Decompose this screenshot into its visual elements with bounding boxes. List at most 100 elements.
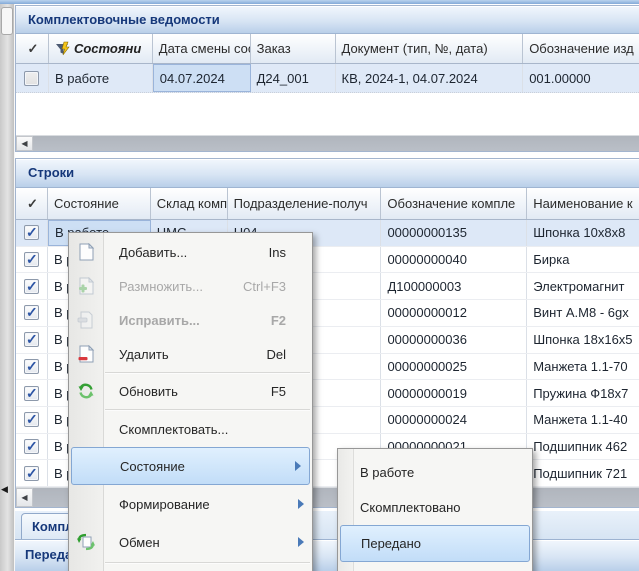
submenu-arrow-icon: [298, 537, 304, 547]
empty-grid-area: [16, 93, 639, 135]
checkbox-checked[interactable]: [24, 386, 39, 401]
submenu-arrow-icon: [295, 461, 301, 471]
checkbox-checked[interactable]: [24, 439, 39, 454]
cell-name[interactable]: Манжета 1.1-40: [527, 407, 639, 433]
horizontal-scrollbar[interactable]: [16, 135, 639, 151]
submenu-item-assembled[interactable]: Скомплектовано: [338, 490, 532, 525]
menu-separator: [105, 562, 310, 563]
row-checkbox-cell[interactable]: [16, 460, 48, 486]
menu-item-formation[interactable]: Формирование: [69, 485, 312, 523]
cell-name[interactable]: Винт А.М8 - 6gх: [527, 300, 639, 326]
column-header-date[interactable]: Дата смены сос: [153, 34, 251, 63]
cell-code[interactable]: 00000000040: [381, 247, 527, 273]
cell-name[interactable]: Шпонка 18х16х5: [527, 327, 639, 353]
row-checkbox-cell[interactable]: [16, 434, 48, 460]
cell-name[interactable]: Бирка: [527, 247, 639, 273]
cell-name[interactable]: Подшипник 462: [527, 434, 639, 460]
cell-date-current[interactable]: 04.07.2024: [153, 64, 251, 92]
add-document-icon: [77, 243, 95, 261]
context-menu: Добавить... Ins Размножить... Ctrl+F3 Ис…: [68, 232, 313, 571]
checkbox-checked[interactable]: [24, 359, 39, 374]
menu-item-assemble[interactable]: Скомплектовать...: [69, 411, 312, 447]
cell-code[interactable]: 00000000135: [381, 220, 527, 246]
top-panel-edge: [0, 0, 639, 4]
checkbox-checked[interactable]: [24, 412, 39, 427]
submenu-item-partial[interactable]: [338, 562, 532, 571]
checkbox-checked[interactable]: [24, 252, 39, 267]
checkbox-checked[interactable]: [24, 305, 39, 320]
splitter-collapse-icon[interactable]: [1, 482, 13, 496]
cell-name[interactable]: Манжета 1.1-70: [527, 354, 639, 380]
column-header-state[interactable]: Состояни: [49, 34, 153, 63]
row-checkbox-cell[interactable]: [16, 380, 48, 406]
checkbox-checked[interactable]: [24, 279, 39, 294]
column-header-code[interactable]: Обозначение компле: [381, 188, 527, 219]
select-all-column-header[interactable]: [16, 188, 48, 219]
checkbox-checked[interactable]: [24, 332, 39, 347]
row-checkbox-cell[interactable]: [16, 407, 48, 433]
menu-item-refresh[interactable]: Обновить F5: [69, 374, 312, 408]
cell-name[interactable]: Шпонка 10х8х8: [527, 220, 639, 246]
submenu-item-transferred[interactable]: Передано: [340, 525, 530, 562]
column-header-department[interactable]: Подразделение-получ: [228, 188, 382, 219]
state-submenu: В работе Скомплектовано Передано: [337, 448, 533, 571]
cell-code[interactable]: 00000000012: [381, 300, 527, 326]
cell-order[interactable]: Д24_001: [251, 64, 336, 92]
grid-header: Состояни Дата смены сос Заказ Документ (…: [16, 34, 639, 64]
menu-separator: [105, 409, 310, 410]
menu-item-state[interactable]: Состояние: [71, 447, 310, 485]
checkbox-checked[interactable]: [24, 466, 39, 481]
filter-lightning-icon: [55, 41, 71, 57]
checkbox-unchecked[interactable]: [24, 71, 39, 86]
grid-header: Состояние Склад комп. Подразделение-полу…: [16, 188, 639, 220]
column-header-state[interactable]: Состояние: [48, 188, 151, 219]
menu-item-add[interactable]: Добавить... Ins: [69, 235, 312, 269]
submenu-arrow-icon: [298, 499, 304, 509]
cell-code[interactable]: 00000000036: [381, 327, 527, 353]
cell-state[interactable]: В работе: [49, 64, 153, 92]
app-window: Комплектовочные ведомости Состояни Дата …: [0, 0, 639, 571]
refresh-icon: [77, 382, 95, 400]
exchange-icon: [77, 533, 95, 551]
cell-code[interactable]: Д100000003: [381, 273, 527, 299]
column-header-name[interactable]: Наименование к: [527, 188, 639, 219]
column-header-warehouse[interactable]: Склад комп.: [151, 188, 228, 219]
checkbox-checked[interactable]: [24, 225, 39, 240]
duplicate-document-icon: [77, 277, 95, 295]
cell-document[interactable]: КВ, 2024-1, 04.07.2024: [336, 64, 524, 92]
cell-designation[interactable]: 001.00000: [523, 64, 639, 92]
cell-code[interactable]: 00000000025: [381, 354, 527, 380]
menu-item-partial[interactable]: [69, 564, 312, 571]
delete-document-icon: [77, 345, 95, 363]
cell-code[interactable]: 00000000019: [381, 380, 527, 406]
submenu-item-in-work[interactable]: В работе: [338, 455, 532, 490]
row-checkbox-cell[interactable]: [16, 354, 48, 380]
row-checkbox-cell[interactable]: [16, 220, 48, 246]
select-all-column-header[interactable]: [16, 34, 49, 63]
table-row[interactable]: В работе 04.07.2024 Д24_001 КВ, 2024-1, …: [16, 64, 639, 93]
row-checkbox-cell[interactable]: [16, 64, 49, 92]
scrollbar-track[interactable]: [33, 136, 639, 151]
row-checkbox-cell[interactable]: [16, 300, 48, 326]
cell-name[interactable]: Пружина Ф18х7: [527, 380, 639, 406]
scroll-left-icon[interactable]: [16, 488, 33, 507]
row-checkbox-cell[interactable]: [16, 273, 48, 299]
scroll-left-icon[interactable]: [16, 136, 33, 151]
edit-document-icon: [77, 311, 95, 329]
row-checkbox-cell[interactable]: [16, 327, 48, 353]
menu-separator: [105, 372, 310, 373]
cell-name[interactable]: Подшипник 721: [527, 460, 639, 486]
column-header-order[interactable]: Заказ: [251, 34, 336, 63]
cell-name[interactable]: Электромагнит: [527, 273, 639, 299]
vertical-splitter[interactable]: [0, 4, 15, 571]
column-header-document[interactable]: Документ (тип, №, дата): [336, 34, 524, 63]
panel-picking-lists: Комплектовочные ведомости Состояни Дата …: [15, 5, 639, 152]
menu-item-exchange[interactable]: Обмен: [69, 523, 312, 561]
menu-item-duplicate[interactable]: Размножить... Ctrl+F3: [69, 269, 312, 303]
splitter-grip[interactable]: [1, 7, 13, 35]
menu-item-edit[interactable]: Исправить... F2: [69, 303, 312, 337]
cell-code[interactable]: 00000000024: [381, 407, 527, 433]
menu-item-delete[interactable]: Удалить Del: [69, 337, 312, 371]
column-header-designation[interactable]: Обозначение изд: [523, 34, 639, 63]
row-checkbox-cell[interactable]: [16, 247, 48, 273]
